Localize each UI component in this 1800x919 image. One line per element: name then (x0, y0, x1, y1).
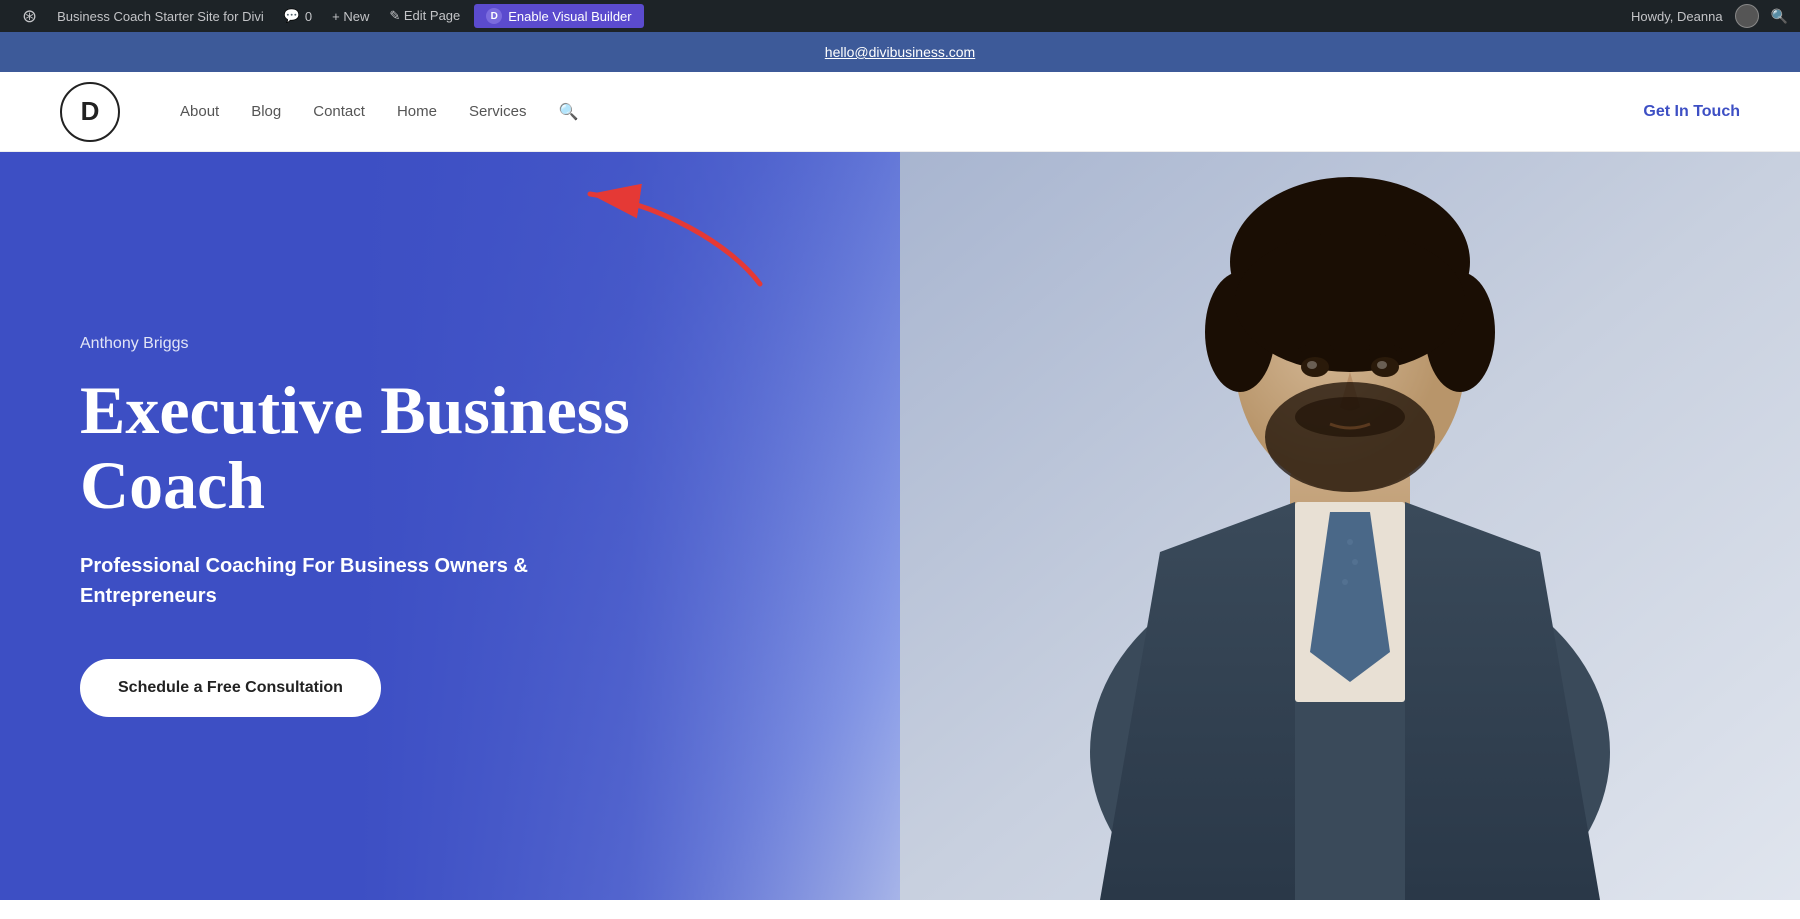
main-nav: D About Blog Contact Home Services 🔍 Get… (0, 72, 1800, 152)
nav-services[interactable]: Services (469, 103, 527, 120)
user-avatar[interactable] (1735, 4, 1759, 28)
hero-person-image (900, 152, 1800, 900)
top-bar: hello@divibusiness.com (0, 32, 1800, 72)
site-logo[interactable]: D (60, 82, 120, 142)
comments-item[interactable]: 💬 0 (274, 0, 322, 32)
nav-contact[interactable]: Contact (313, 103, 365, 120)
nav-home[interactable]: Home (397, 103, 437, 120)
nav-about[interactable]: About (180, 103, 219, 120)
comment-count: 0 (305, 9, 312, 24)
nav-links: About Blog Contact Home Services 🔍 (180, 102, 1643, 122)
nav-blog[interactable]: Blog (251, 103, 281, 120)
search-icon[interactable]: 🔍 (558, 102, 578, 122)
wp-admin-bar: ⊛ Business Coach Starter Site for Divi 💬… (0, 0, 1800, 32)
comment-icon: 💬 (284, 8, 300, 24)
site-name-item[interactable]: Business Coach Starter Site for Divi (47, 0, 274, 32)
hero-description: Professional Coaching For Business Owner… (80, 551, 640, 611)
visual-builder-label: Enable Visual Builder (508, 9, 631, 24)
edit-page-label: ✎ Edit Page (389, 8, 460, 24)
hero-subtitle: Anthony Briggs (80, 335, 820, 353)
edit-page-item[interactable]: ✎ Edit Page (379, 0, 470, 32)
hero-content: Anthony Briggs Executive Business Coach … (0, 152, 900, 900)
get-in-touch-link[interactable]: Get In Touch (1643, 103, 1740, 121)
cta-button[interactable]: Schedule a Free Consultation (80, 659, 381, 717)
site-name-label: Business Coach Starter Site for Divi (57, 9, 264, 24)
admin-search-icon[interactable]: 🔍 (1771, 8, 1788, 25)
divi-icon: D (486, 8, 502, 24)
wp-logo-item[interactable]: ⊛ (12, 0, 47, 32)
howdy-label: Howdy, Deanna (1631, 9, 1723, 24)
new-label: + New (332, 9, 369, 24)
wp-logo-icon: ⊛ (22, 6, 37, 27)
hero-section: Anthony Briggs Executive Business Coach … (0, 152, 1800, 900)
email-link[interactable]: hello@divibusiness.com (825, 44, 975, 60)
new-item[interactable]: + New (322, 0, 379, 32)
visual-builder-item[interactable]: D Enable Visual Builder (474, 4, 643, 28)
hero-title: Executive Business Coach (80, 373, 820, 523)
